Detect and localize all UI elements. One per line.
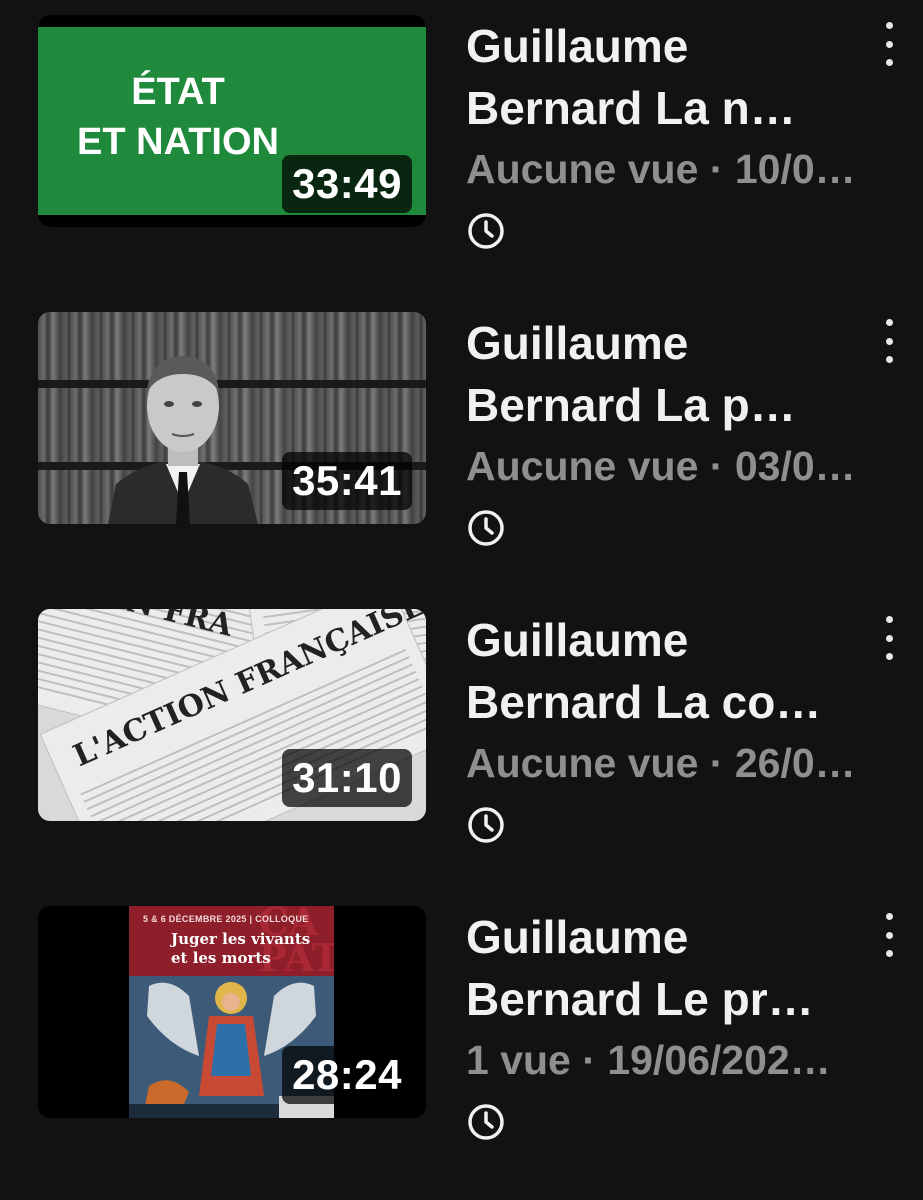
duration-badge: 31:10 bbox=[282, 749, 412, 807]
video-subline: Aucune vue · 26/0… bbox=[466, 735, 886, 791]
video-title-line: Bernard La n… bbox=[466, 82, 796, 134]
video-item[interactable]: CA PAT 5 & 6 DÉCEMBRE 2025 | COLLOQUE Jug… bbox=[0, 891, 923, 1188]
video-meta: Guillaume Bernard La n… Aucune vue · 10/… bbox=[466, 15, 886, 256]
more-dot bbox=[885, 337, 893, 345]
poster-title-line: et les morts bbox=[171, 949, 271, 967]
more-dot bbox=[885, 22, 893, 29]
view-count: Aucune vue bbox=[466, 740, 699, 786]
poster-date: 5 & 6 DÉCEMBRE 2025 | COLLOQUE bbox=[143, 914, 309, 924]
poster-title-line: Juger les vivants bbox=[171, 930, 311, 948]
watch-later-icon bbox=[468, 510, 504, 546]
separator: · bbox=[582, 1037, 596, 1083]
thumbnail-letterbox-top bbox=[38, 15, 426, 27]
video-item[interactable]: ÉTAT ET NATION 33:49 Guillaume Bernard L… bbox=[0, 0, 923, 297]
thumbnail-text-line: ÉTAT bbox=[131, 71, 225, 113]
separator: · bbox=[709, 740, 724, 786]
video-subline: Aucune vue · 03/0… bbox=[466, 438, 886, 494]
video-thumbnail[interactable]: ÉTAT ET NATION 33:49 bbox=[38, 15, 426, 227]
more-dot bbox=[885, 616, 893, 623]
separator: · bbox=[709, 146, 724, 192]
poster-title: Juger les vivants et les morts bbox=[171, 930, 310, 968]
video-subline: Aucune vue · 10/0… bbox=[466, 141, 886, 197]
upload-date: 26/0… bbox=[734, 740, 856, 786]
more-vert-icon[interactable] bbox=[877, 22, 901, 66]
watch-later-icon bbox=[468, 1104, 504, 1140]
more-dot bbox=[885, 653, 893, 660]
more-dot bbox=[885, 931, 893, 939]
thumbnail-text: ÉTAT ET NATION bbox=[38, 67, 318, 167]
video-list: ÉTAT ET NATION 33:49 Guillaume Bernard L… bbox=[0, 0, 923, 1200]
view-count: Aucune vue bbox=[466, 146, 699, 192]
video-thumbnail[interactable]: CA PAT 5 & 6 DÉCEMBRE 2025 | COLLOQUE Jug… bbox=[38, 906, 426, 1118]
more-vert-icon[interactable] bbox=[877, 616, 901, 660]
video-title[interactable]: Guillaume Bernard La p… bbox=[466, 312, 886, 436]
more-dot bbox=[885, 913, 893, 920]
video-title-line: Bernard Le pr… bbox=[466, 973, 814, 1025]
separator: · bbox=[709, 443, 724, 489]
duration-badge: 28:24 bbox=[282, 1046, 412, 1104]
video-title-line: Bernard La p… bbox=[466, 379, 796, 431]
video-item[interactable]: 35:41 Guillaume Bernard La p… Aucune vue… bbox=[0, 297, 923, 594]
video-title-line: Guillaume bbox=[466, 20, 689, 72]
more-dot bbox=[885, 319, 893, 326]
more-dot bbox=[885, 356, 893, 363]
upload-date: 10/0… bbox=[734, 146, 856, 192]
video-title[interactable]: Guillaume Bernard La n… bbox=[466, 15, 886, 139]
video-title[interactable]: Guillaume Bernard La co… bbox=[466, 609, 886, 733]
more-dot bbox=[885, 634, 893, 642]
video-meta: Guillaume Bernard La co… Aucune vue · 26… bbox=[466, 609, 886, 850]
video-thumbnail[interactable]: 35:41 bbox=[38, 312, 426, 524]
more-dot bbox=[885, 59, 893, 66]
more-dot bbox=[885, 950, 893, 957]
video-title-line: Guillaume bbox=[466, 317, 689, 369]
watch-later-icon bbox=[468, 807, 504, 843]
upload-date: 19/06/202… bbox=[607, 1037, 831, 1083]
video-subline: 1 vue · 19/06/202… bbox=[466, 1032, 886, 1088]
watch-later-icon bbox=[468, 213, 504, 249]
view-count: 1 vue bbox=[466, 1037, 571, 1083]
upload-date: 03/0… bbox=[734, 443, 856, 489]
duration-badge: 35:41 bbox=[282, 452, 412, 510]
duration-badge: 33:49 bbox=[282, 155, 412, 213]
video-meta: Guillaume Bernard Le pr… 1 vue · 19/06/2… bbox=[466, 906, 886, 1147]
more-dot bbox=[885, 40, 893, 48]
video-title-line: Guillaume bbox=[466, 614, 689, 666]
thumbnail-letterbox-bottom bbox=[38, 215, 426, 227]
video-title[interactable]: Guillaume Bernard Le pr… bbox=[466, 906, 886, 1030]
portrait-image bbox=[108, 356, 258, 524]
thumbnail-text-line: ET NATION bbox=[77, 121, 279, 163]
video-title-line: Guillaume bbox=[466, 911, 689, 963]
video-meta: Guillaume Bernard La p… Aucune vue · 03/… bbox=[466, 312, 886, 553]
more-vert-icon[interactable] bbox=[877, 913, 901, 957]
video-thumbnail[interactable]: ON FRA L'ACTION FRANÇAISE 31:10 bbox=[38, 609, 426, 821]
view-count: Aucune vue bbox=[466, 443, 699, 489]
video-item[interactable]: ON FRA L'ACTION FRANÇAISE 31:10 Guillaum… bbox=[0, 594, 923, 891]
more-vert-icon[interactable] bbox=[877, 319, 901, 363]
video-title-line: Bernard La co… bbox=[466, 676, 822, 728]
